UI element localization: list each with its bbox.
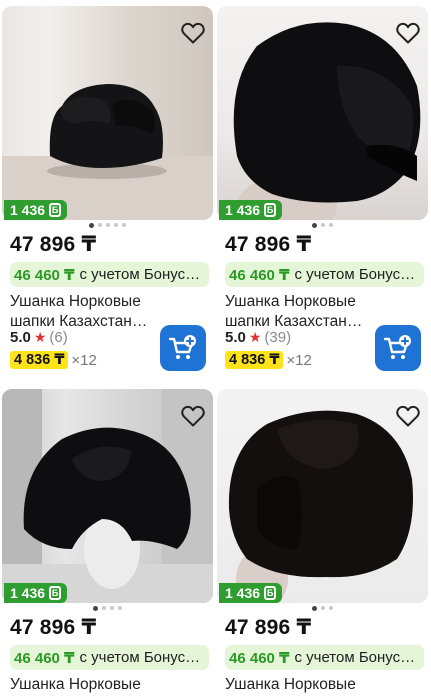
- product-price: 47 896 ₸: [225, 616, 312, 639]
- add-to-cart-button[interactable]: [160, 325, 206, 371]
- photo-pagination: [217, 222, 428, 228]
- installment-months: ×12: [286, 351, 312, 369]
- star-icon: ★: [33, 329, 47, 345]
- favorite-button[interactable]: [179, 403, 207, 429]
- installment-value: 4 836 ₸: [225, 351, 284, 369]
- bonus-price-text: с учетом Бонус…: [79, 266, 201, 283]
- pagination-dot: [98, 223, 102, 227]
- bonus-price-text: с учетом Бонус…: [294, 266, 416, 283]
- bonus-price-text: с учетом Бонус…: [294, 649, 416, 666]
- product-photo[interactable]: [217, 389, 428, 603]
- bonus-badge-value: 1 436: [225, 585, 261, 601]
- bonus-price: 46 460 ₸ с учетом Бонус…: [10, 645, 209, 670]
- bonus-coin-icon: Б: [264, 203, 277, 217]
- bonus-badge-value: 1 436: [225, 202, 261, 218]
- bonus-price-value: 46 460 ₸: [229, 266, 290, 284]
- pagination-dot: [312, 605, 317, 611]
- rating-value: 5.0: [10, 329, 31, 346]
- heart-outline-icon: [181, 22, 205, 44]
- bonus-badge-value: 1 436: [10, 202, 46, 218]
- product-price: 47 896 ₸: [10, 616, 97, 639]
- product-title[interactable]: Ушанка Норковые шапки Казахстан…: [225, 292, 375, 332]
- product-price: 47 896 ₸: [10, 233, 97, 256]
- bonus-coin-icon: Б: [49, 203, 62, 217]
- bonus-price: 46 460 ₸ с учетом Бонус…: [10, 262, 209, 287]
- bonus-coin-icon: Б: [49, 586, 62, 600]
- add-to-cart-icon: [168, 335, 196, 359]
- pagination-dot: [329, 606, 333, 610]
- pagination-dot: [102, 606, 106, 610]
- pagination-dot: [312, 222, 317, 228]
- heart-outline-icon: [396, 22, 420, 44]
- pagination-dot: [329, 223, 333, 227]
- installment-months: ×12: [71, 351, 97, 369]
- bonus-badge: 1 436 Б: [4, 583, 68, 603]
- pagination-dot: [106, 223, 110, 227]
- favorite-button[interactable]: [394, 403, 422, 429]
- add-to-cart-icon: [383, 335, 411, 359]
- product-rating: 5.0 ★ (6): [10, 329, 68, 346]
- pagination-dot: [89, 222, 94, 228]
- product-rating: 5.0 ★ (39): [225, 329, 291, 346]
- bonus-badge: 1 436 Б: [219, 583, 283, 603]
- star-icon: ★: [248, 329, 262, 345]
- heart-outline-icon: [396, 405, 420, 427]
- pagination-dot: [321, 606, 325, 610]
- installment-value: 4 836 ₸: [10, 351, 69, 369]
- pagination-dot: [122, 223, 126, 227]
- product-grid: 1 436 Б 47 896 ₸ 46 460 ₸ с учетом Бонус…: [0, 0, 431, 699]
- bonus-price: 46 460 ₸ с учетом Бонус…: [225, 262, 424, 287]
- product-photo[interactable]: [2, 389, 213, 603]
- favorite-button[interactable]: [179, 20, 207, 46]
- bonus-coin-icon: Б: [264, 586, 277, 600]
- photo-pagination: [2, 605, 213, 611]
- favorite-button[interactable]: [394, 20, 422, 46]
- product-title[interactable]: Ушанка Норковые: [225, 675, 375, 695]
- installment: 4 836 ₸ ×12: [10, 351, 97, 369]
- heart-outline-icon: [181, 405, 205, 427]
- bonus-badge-value: 1 436: [10, 585, 46, 601]
- installment: 4 836 ₸ ×12: [225, 351, 312, 369]
- product-title[interactable]: Ушанка Норковые: [10, 675, 160, 695]
- pagination-dot: [110, 606, 114, 610]
- bonus-price: 46 460 ₸ с учетом Бонус…: [225, 645, 424, 670]
- pagination-dot: [93, 605, 98, 611]
- pagination-dot: [114, 223, 118, 227]
- product-photo[interactable]: [2, 6, 213, 220]
- rating-value: 5.0: [225, 329, 246, 346]
- pagination-dot: [118, 606, 122, 610]
- bonus-price-text: с учетом Бонус…: [79, 649, 201, 666]
- product-price: 47 896 ₸: [225, 233, 312, 256]
- bonus-badge: 1 436 Б: [4, 200, 68, 220]
- product-photo[interactable]: [217, 6, 428, 220]
- bonus-price-value: 46 460 ₸: [229, 649, 290, 667]
- bonus-badge: 1 436 Б: [219, 200, 283, 220]
- add-to-cart-button[interactable]: [375, 325, 421, 371]
- pagination-dot: [321, 223, 325, 227]
- bonus-price-value: 46 460 ₸: [14, 266, 75, 284]
- bonus-price-value: 46 460 ₸: [14, 649, 75, 667]
- photo-pagination: [217, 605, 428, 611]
- photo-pagination: [2, 222, 213, 228]
- review-count: (6): [49, 329, 68, 346]
- review-count: (39): [264, 329, 292, 346]
- product-title[interactable]: Ушанка Норковые шапки Казахстан…: [10, 292, 160, 332]
